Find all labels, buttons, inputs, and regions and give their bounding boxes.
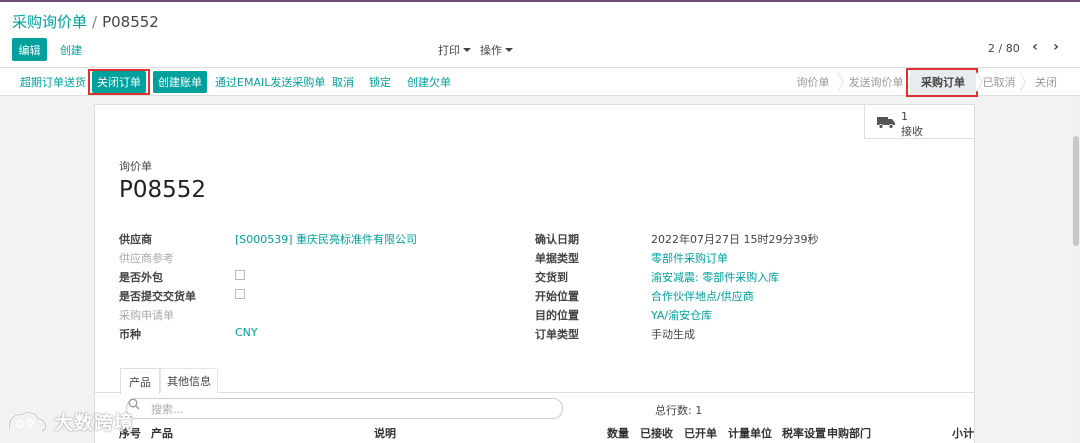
scrollbar-thumb[interactable] <box>1073 136 1079 246</box>
status-stage-closed[interactable]: 关闭 <box>1028 68 1064 95</box>
status-stage-purchase-order[interactable]: 采购订单 <box>910 68 976 95</box>
tab-other-info[interactable]: 其他信息 <box>160 368 218 393</box>
receipt-smart-button[interactable]: 1 接收 <box>864 105 974 139</box>
action-dropdown[interactable]: 操作 <box>480 42 513 58</box>
close-order-button[interactable]: 关闭订单 <box>92 71 146 93</box>
outsourced-checkbox[interactable] <box>235 270 245 280</box>
truck-icon <box>877 117 895 129</box>
outsourced-label: 是否外包 <box>119 271 163 284</box>
confirm-date-value: 2022年07月27日 15时29分39秒 <box>651 233 819 246</box>
receipt-count: 1 <box>901 110 908 123</box>
caret-down-icon <box>505 48 513 52</box>
status-stage-cancelled[interactable]: 已取消 <box>981 68 1017 95</box>
tabs-divider <box>95 392 974 393</box>
next-record-button[interactable]: › <box>1049 39 1063 55</box>
currency-link[interactable]: CNY <box>235 326 258 339</box>
print-label: 打印 <box>438 44 460 57</box>
watermark: 大数跨境 <box>6 408 134 435</box>
send-po-email-button[interactable]: 通过EMAIL发送采购单 <box>210 71 330 93</box>
vendor-link[interactable]: [S000539] 重庆民亮标准件有限公司 <box>235 231 417 247</box>
control-panel: 采购询价单 / P08552 编辑 创建 打印 操作 2 / 80 ‹ › <box>0 2 1080 68</box>
currency-label: 币种 <box>119 328 141 341</box>
deliver-to-label: 交货到 <box>535 271 568 284</box>
column-header-product[interactable]: 产品 <box>151 425 173 441</box>
action-label: 操作 <box>480 44 502 57</box>
vendor-reference-label: 供应商参考 <box>119 252 174 265</box>
form-header: 超期订单送货 关闭订单 创建账单 通过EMAIL发送采购单 取消 锁定 创建欠单… <box>0 68 1080 97</box>
column-header-quantity[interactable]: 数量 <box>607 425 629 441</box>
breadcrumb: 采购询价单 / P08552 <box>12 11 159 32</box>
watermark-logo-icon <box>8 411 47 432</box>
document-type-link[interactable]: 零部件采购订单 <box>651 250 728 266</box>
chevron-right-icon: › <box>1053 39 1059 55</box>
scrollbar[interactable] <box>1072 96 1080 443</box>
column-header-subtotal[interactable]: 小计 <box>952 425 974 441</box>
cancel-button[interactable]: 取消 <box>327 71 359 93</box>
column-header-billed[interactable]: 已开单 <box>684 425 717 441</box>
column-header-tax[interactable]: 税率设置 <box>782 425 826 441</box>
watermark-text: 大数跨境 <box>54 412 135 434</box>
purchase-request-label: 采购申请单 <box>119 309 174 322</box>
breadcrumb-current: P08552 <box>102 13 159 31</box>
create-backorder-button[interactable]: 创建欠单 <box>402 71 456 93</box>
source-location-link[interactable]: 合作伙伴地点/供应商 <box>651 288 754 304</box>
deliver-to-link[interactable]: 渝安减震: 零部件采购入库 <box>651 269 779 285</box>
column-header-department[interactable]: 申购部门 <box>827 425 871 441</box>
receipt-label: 接收 <box>901 125 923 138</box>
destination-location-label: 目的位置 <box>535 309 579 322</box>
destination-location-link[interactable]: YA/渝安仓库 <box>651 307 712 323</box>
lock-button[interactable]: 锁定 <box>364 71 396 93</box>
total-rows: 总行数: 1 <box>655 404 703 417</box>
caret-down-icon <box>463 48 471 52</box>
print-dropdown[interactable]: 打印 <box>438 42 471 58</box>
submit-delivery-label: 是否提交交货单 <box>119 290 196 303</box>
breadcrumb-separator: / <box>92 13 98 31</box>
status-stage-rfq-sent[interactable]: 发送询价单 <box>846 68 906 95</box>
form-sheet: 1 接收 询价单 P08552 供应商 [S000539] 重庆民亮标准件有限公… <box>94 104 975 443</box>
tab-products[interactable]: 产品 <box>120 368 160 394</box>
create-button[interactable]: 创建 <box>57 38 85 61</box>
column-header-received[interactable]: 已接收 <box>640 425 673 441</box>
order-type-label: 订单类型 <box>535 328 579 341</box>
record-name: P08552 <box>119 177 207 203</box>
edit-button[interactable]: 编辑 <box>12 38 47 61</box>
record-type-label: 询价单 <box>119 160 152 173</box>
column-header-description[interactable]: 说明 <box>374 425 396 441</box>
search-input[interactable]: 搜索... <box>126 398 563 419</box>
create-bill-button[interactable]: 创建账单 <box>153 71 207 93</box>
order-type-value: 手动生成 <box>651 328 695 341</box>
breadcrumb-parent-link[interactable]: 采购询价单 <box>12 13 87 31</box>
column-header-uom[interactable]: 计量单位 <box>728 425 772 441</box>
status-stage-rfq[interactable]: 询价单 <box>788 68 838 95</box>
chevron-left-icon: ‹ <box>1032 39 1038 55</box>
overdue-delivery-button[interactable]: 超期订单送货 <box>15 71 91 93</box>
confirm-date-label: 确认日期 <box>535 233 579 246</box>
previous-record-button[interactable]: ‹ <box>1028 39 1042 55</box>
source-location-label: 开始位置 <box>535 290 579 303</box>
vendor-label: 供应商 <box>119 233 152 246</box>
pager-value[interactable]: 2 / 80 <box>988 42 1020 55</box>
document-type-label: 单据类型 <box>535 252 579 265</box>
submit-delivery-checkbox[interactable] <box>235 289 245 299</box>
